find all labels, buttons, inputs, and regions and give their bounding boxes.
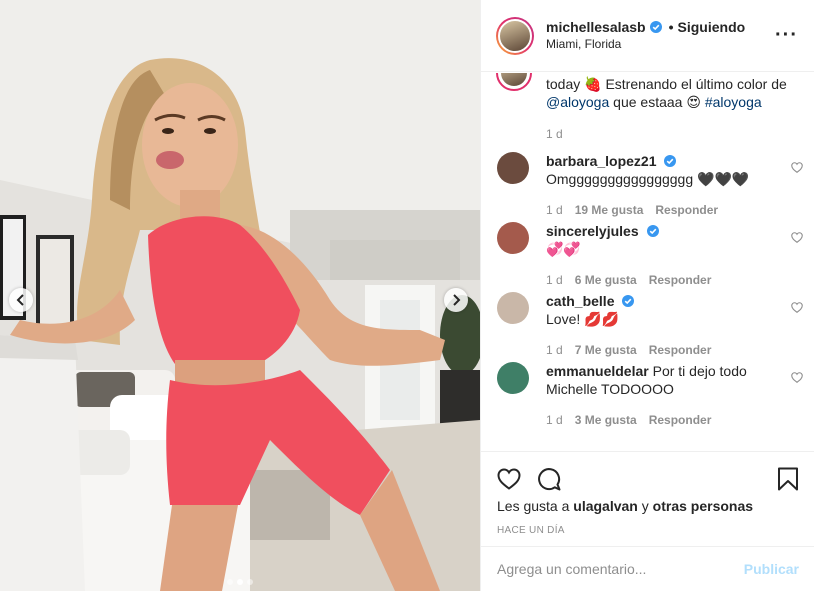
comment-meta: 1 d 7 Me gusta Responder [546, 343, 775, 357]
comment-body: emmanueldelar Por ti dejo todo Michelle … [546, 362, 775, 398]
post-photo[interactable] [0, 0, 480, 591]
comment-text: 💞💞 [546, 241, 581, 257]
post-actions: Les gusta a ulagalvan y otras personas H… [481, 451, 814, 541]
comment-likes[interactable]: 7 Me gusta [575, 343, 637, 357]
carousel-next-button[interactable] [444, 288, 468, 312]
carousel-indicator [0, 579, 480, 585]
comment-time[interactable]: 1 d [546, 203, 563, 217]
comment-likes[interactable]: 19 Me gusta [575, 203, 644, 217]
comment-like-heart-icon[interactable] [791, 372, 803, 383]
post-timestamp[interactable]: HACE UN DÍA [481, 525, 814, 536]
comment-item: barbara_lopez21 Omgggggggggggggggg 🖤🖤🖤 1… [481, 152, 814, 222]
author-avatar[interactable] [496, 16, 534, 55]
commenter-username[interactable]: sincerelyjules [546, 223, 639, 239]
liker-username-link[interactable]: ulagalvan [573, 498, 638, 514]
caption-text: today 🍓 Estrenando el último color de @a… [546, 73, 799, 111]
caption-mention-link[interactable]: @aloyoga [546, 94, 609, 110]
commenter-avatar[interactable] [497, 362, 529, 394]
comment-body: cath_belle Love! 💋💋 [546, 292, 775, 328]
comment-time[interactable]: 1 d [546, 413, 563, 427]
verified-badge-icon [646, 225, 659, 237]
reply-button[interactable]: Responder [649, 413, 712, 427]
commenter-username[interactable]: emmanueldelar [546, 363, 649, 379]
comment-like-heart-icon[interactable] [791, 232, 803, 243]
photo-scene [0, 0, 480, 591]
instagram-post-modal: michellesalasb • Siguiendo Miami, Florid… [0, 0, 814, 591]
other-likers-link[interactable]: otras personas [653, 498, 753, 514]
comment-text: Love! 💋💋 [546, 311, 620, 327]
comment-body: barbara_lopez21 Omgggggggggggggggg 🖤🖤🖤 [546, 152, 775, 188]
comment-like-heart-icon[interactable] [791, 302, 803, 313]
caption-time[interactable]: 1 d [546, 127, 799, 141]
comment-item: emmanueldelar Por ti dejo todo Michelle … [481, 362, 814, 432]
add-comment-bar: Publicar [481, 546, 814, 591]
comment-time[interactable]: 1 d [546, 343, 563, 357]
likes-prefix: Les gusta a [497, 498, 570, 514]
publish-button[interactable]: Publicar [744, 561, 799, 577]
commenter-avatar[interactable] [497, 222, 529, 254]
commenter-avatar[interactable] [497, 292, 529, 324]
comment-like-heart-icon[interactable] [791, 162, 803, 173]
comment-likes[interactable]: 6 Me gusta [575, 273, 637, 287]
post-caption: today 🍓 Estrenando el último color de @a… [481, 73, 814, 152]
commenter-username[interactable]: barbara_lopez21 [546, 153, 657, 169]
comment-meta: 1 d 6 Me gusta Responder [546, 273, 775, 287]
commenter-avatar[interactable] [497, 152, 529, 184]
comment-bubble-icon[interactable] [537, 467, 561, 491]
reply-button[interactable]: Responder [649, 273, 712, 287]
comment-time[interactable]: 1 d [546, 273, 563, 287]
like-heart-icon[interactable] [497, 468, 521, 490]
carousel-dot [247, 579, 253, 585]
likes-summary: Les gusta a ulagalvan y otras personas [481, 498, 814, 514]
post-side-panel: michellesalasb • Siguiendo Miami, Florid… [480, 0, 814, 591]
comment-input[interactable] [497, 561, 744, 577]
carousel-prev-button[interactable] [9, 288, 33, 312]
caption-text-part: que estaaa 😍 [609, 94, 705, 110]
caption-avatar[interactable] [496, 73, 532, 91]
save-bookmark-icon[interactable] [777, 467, 799, 491]
reply-button[interactable]: Responder [655, 203, 718, 217]
comment-item: cath_belle Love! 💋💋 1 d 7 Me gusta Respond… [481, 292, 814, 362]
comments-list[interactable]: today 🍓 Estrenando el último color de @a… [481, 73, 814, 451]
commenter-username[interactable]: cath_belle [546, 293, 614, 309]
carousel-dot [227, 579, 233, 585]
comment-likes[interactable]: 3 Me gusta [575, 413, 637, 427]
comment-item: sincerelyjules 💞💞 1 d 6 Me gusta Responder [481, 222, 814, 292]
separator-dot: • [668, 18, 674, 35]
carousel-dot-active [237, 579, 243, 585]
likes-connector: y [641, 498, 649, 514]
caption-hashtag-link[interactable]: #aloyoga [705, 94, 762, 110]
verified-badge-icon [622, 295, 635, 307]
comment-meta: 1 d 3 Me gusta Responder [546, 413, 775, 427]
chevron-left-icon [16, 294, 24, 306]
caption-text-part: today 🍓 Estrenando el último color de [546, 76, 787, 92]
post-header: michellesalasb • Siguiendo Miami, Florid… [481, 0, 814, 72]
verified-badge-icon [649, 21, 662, 33]
chevron-right-icon [453, 294, 461, 306]
post-location[interactable]: Miami, Florida [546, 36, 775, 53]
comment-body: sincerelyjules 💞💞 [546, 222, 775, 258]
more-options-icon[interactable]: ··· [775, 24, 798, 47]
author-username[interactable]: michellesalasb [546, 19, 646, 36]
reply-button[interactable]: Responder [649, 343, 712, 357]
follow-status-button[interactable]: Siguiendo [678, 19, 746, 36]
comment-meta: 1 d 19 Me gusta Responder [546, 203, 775, 217]
verified-badge-icon [664, 155, 677, 167]
comment-text: Omgggggggggggggggg 🖤🖤🖤 [546, 171, 750, 187]
